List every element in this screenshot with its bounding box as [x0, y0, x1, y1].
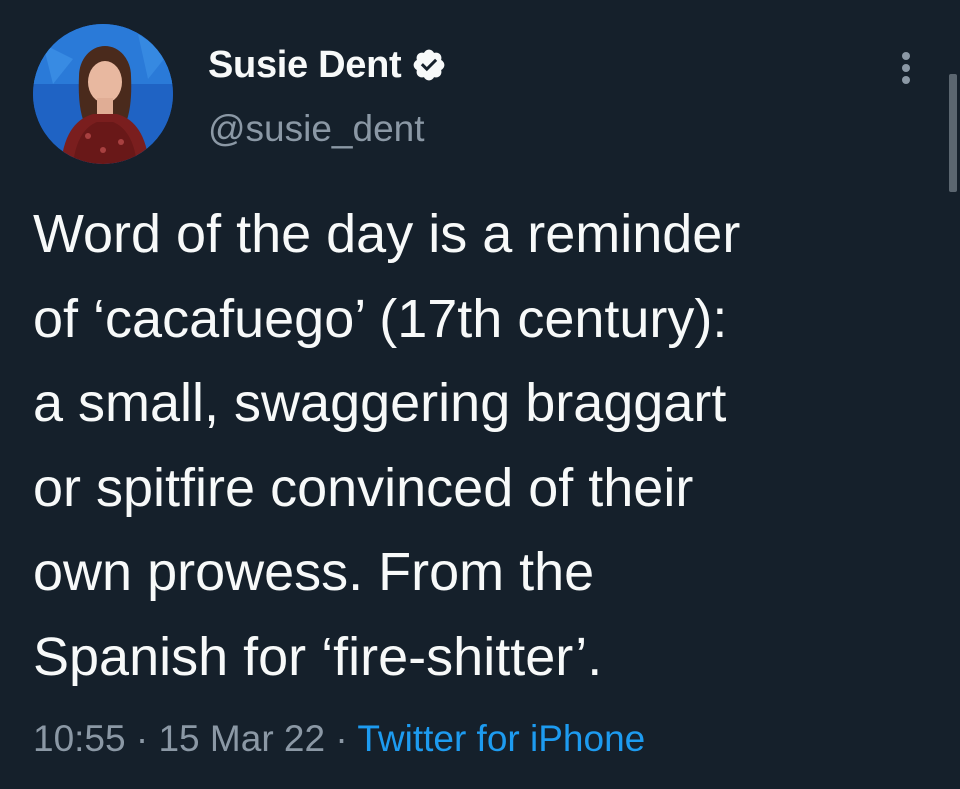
author-name-row: Susie Dent — [208, 41, 447, 89]
meta-separator: · — [335, 718, 348, 759]
verified-badge-icon — [411, 47, 447, 83]
author-handle[interactable]: @susie_dent — [208, 108, 425, 150]
tweet-time[interactable]: 10:55 — [33, 718, 126, 759]
meta-separator: · — [135, 718, 149, 759]
more-options-icon[interactable] — [892, 48, 920, 88]
author-display-name[interactable]: Susie Dent — [208, 44, 402, 87]
tweet-date[interactable]: 15 Mar 22 — [158, 718, 325, 759]
avatar[interactable] — [33, 24, 173, 164]
tweet-source-link[interactable]: Twitter for iPhone — [357, 718, 645, 759]
avatar-photo — [33, 24, 173, 164]
scrollbar[interactable] — [949, 74, 957, 192]
tweet-metadata: 10:55 · 15 Mar 22 · Twitter for iPhone — [33, 718, 645, 760]
tweet-text: Word of the day is a reminder of ‘cacafu… — [33, 204, 741, 687]
